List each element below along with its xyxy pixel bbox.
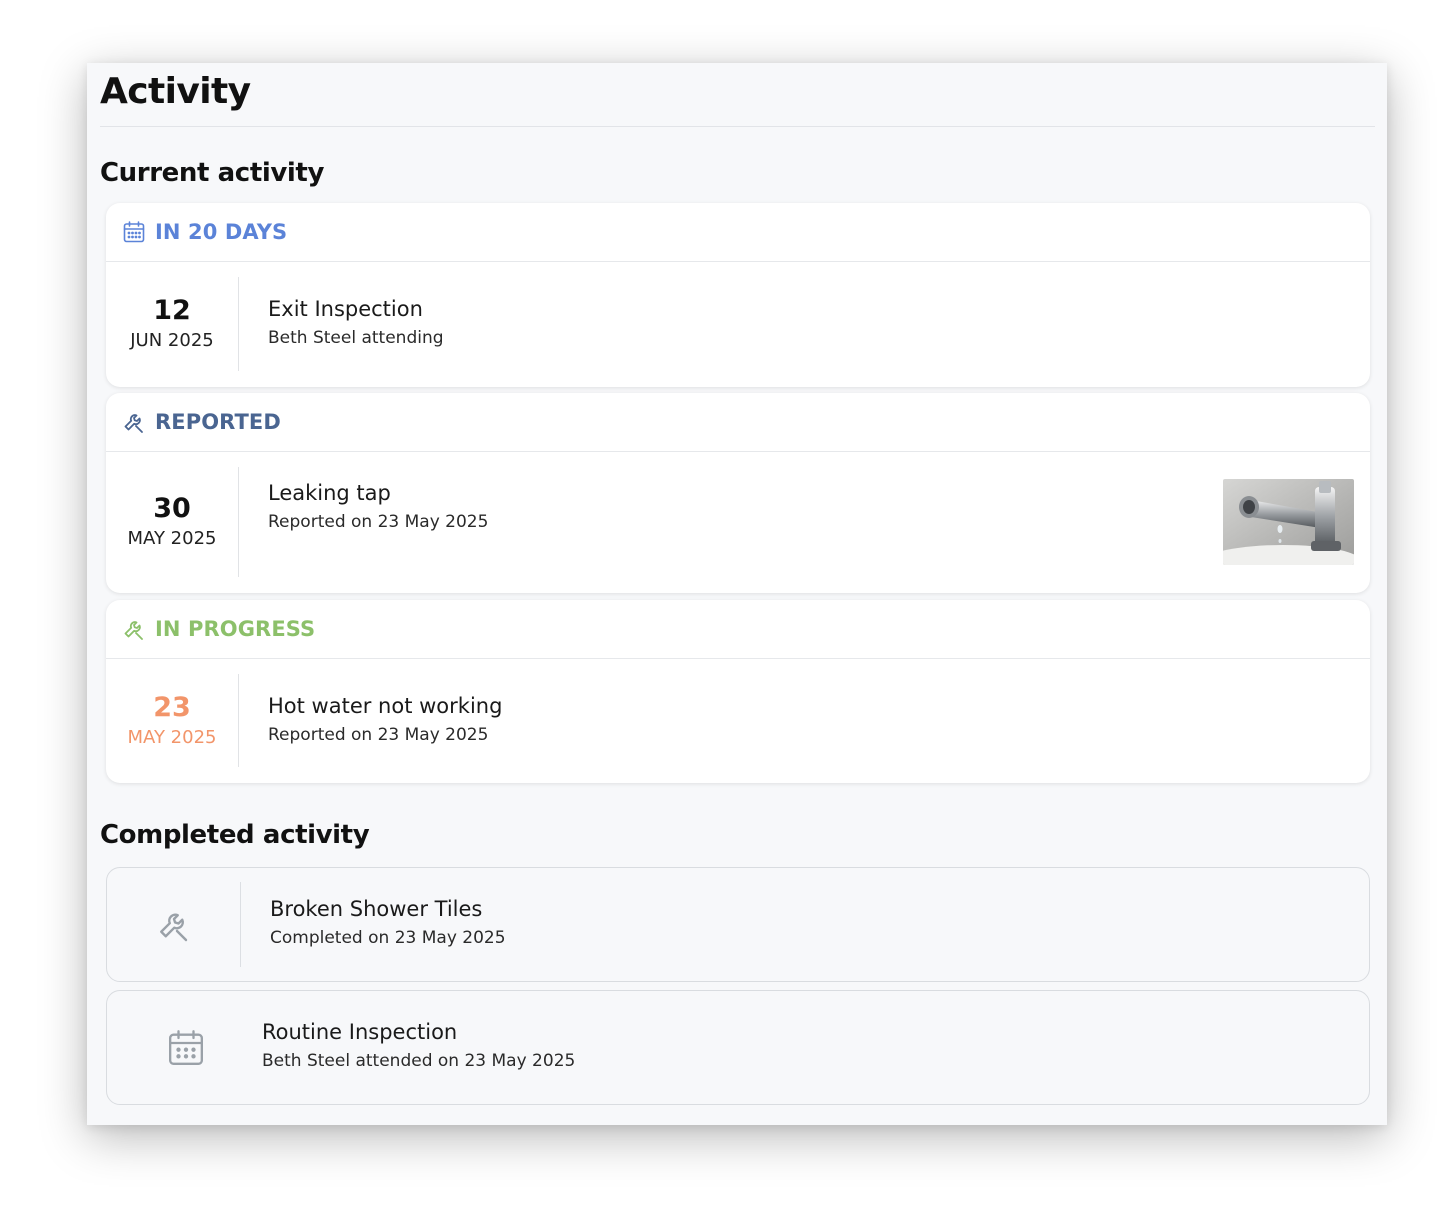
activity-subtitle: Beth Steel attended on 23 May 2025 bbox=[262, 1051, 576, 1071]
completed-card-routine-inspection[interactable]: Routine Inspection Beth Steel attended o… bbox=[106, 990, 1370, 1105]
completed-card-shower-tiles[interactable]: Broken Shower Tiles Completed on 23 May … bbox=[106, 867, 1370, 982]
activity-panel: Activity Current activity IN 20 DAYS 12 … bbox=[87, 63, 1387, 1125]
activity-title: Leaking tap bbox=[268, 481, 391, 505]
date-day: 30 bbox=[153, 493, 191, 524]
date-month: MAY 2025 bbox=[127, 528, 217, 549]
activity-title: Hot water not working bbox=[268, 694, 503, 718]
status-label: IN 20 DAYS bbox=[155, 220, 288, 244]
activity-subtitle: Completed on 23 May 2025 bbox=[270, 928, 506, 948]
card-body: 23 MAY 2025 Hot water not working Report… bbox=[106, 659, 1370, 782]
activity-title: Routine Inspection bbox=[262, 1020, 458, 1044]
wrench-icon bbox=[107, 882, 241, 967]
date-day: 23 bbox=[153, 691, 191, 723]
leaking-tap-photo[interactable] bbox=[1223, 479, 1354, 565]
date-block: 12 JUN 2025 bbox=[106, 277, 239, 371]
activity-info: Broken Shower Tiles Completed on 23 May … bbox=[270, 894, 506, 952]
date-block: 30 MAY 2025 bbox=[106, 467, 239, 577]
activity-subtitle: Beth Steel attending bbox=[268, 328, 444, 348]
activity-card-exit-inspection[interactable]: IN 20 DAYS 12 JUN 2025 Exit Inspection B… bbox=[106, 203, 1370, 387]
completed-activity-heading: Completed activity bbox=[100, 820, 370, 850]
date-month: JUN 2025 bbox=[130, 330, 214, 351]
activity-subtitle: Reported on 23 May 2025 bbox=[268, 725, 489, 745]
card-body: 30 MAY 2025 Leaking tap Reported on 23 M… bbox=[106, 452, 1370, 592]
activity-card-hot-water[interactable]: IN PROGRESS 23 MAY 2025 Hot water not wo… bbox=[106, 600, 1370, 783]
wrench-icon bbox=[121, 409, 147, 435]
activity-card-leaking-tap[interactable]: REPORTED 30 MAY 2025 Leaking tap Reporte… bbox=[106, 393, 1370, 593]
activity-title: Broken Shower Tiles bbox=[270, 897, 483, 921]
wrench-icon bbox=[121, 616, 147, 642]
calendar-icon bbox=[107, 1005, 265, 1090]
current-activity-heading: Current activity bbox=[100, 158, 324, 188]
card-status-header: REPORTED bbox=[106, 393, 1370, 452]
date-day: 12 bbox=[153, 295, 191, 326]
card-status-header: IN PROGRESS bbox=[106, 600, 1370, 659]
date-block: 23 MAY 2025 bbox=[106, 674, 239, 767]
date-month: MAY 2025 bbox=[127, 726, 217, 748]
page-title: Activity bbox=[100, 71, 251, 112]
activity-info: Hot water not working Reported on 23 May… bbox=[268, 691, 502, 749]
title-divider bbox=[100, 126, 1375, 127]
activity-title: Exit Inspection bbox=[268, 297, 423, 321]
activity-info: Leaking tap Reported on 23 May 2025 bbox=[268, 478, 488, 536]
activity-info: Exit Inspection Beth Steel attending bbox=[268, 294, 444, 352]
activity-info: Routine Inspection Beth Steel attended o… bbox=[262, 1017, 575, 1075]
calendar-icon bbox=[121, 219, 147, 245]
card-body: 12 JUN 2025 Exit Inspection Beth Steel a… bbox=[106, 262, 1370, 386]
status-label: REPORTED bbox=[155, 410, 281, 434]
activity-subtitle: Reported on 23 May 2025 bbox=[268, 512, 489, 532]
card-status-header: IN 20 DAYS bbox=[106, 203, 1370, 262]
status-label: IN PROGRESS bbox=[155, 617, 316, 641]
